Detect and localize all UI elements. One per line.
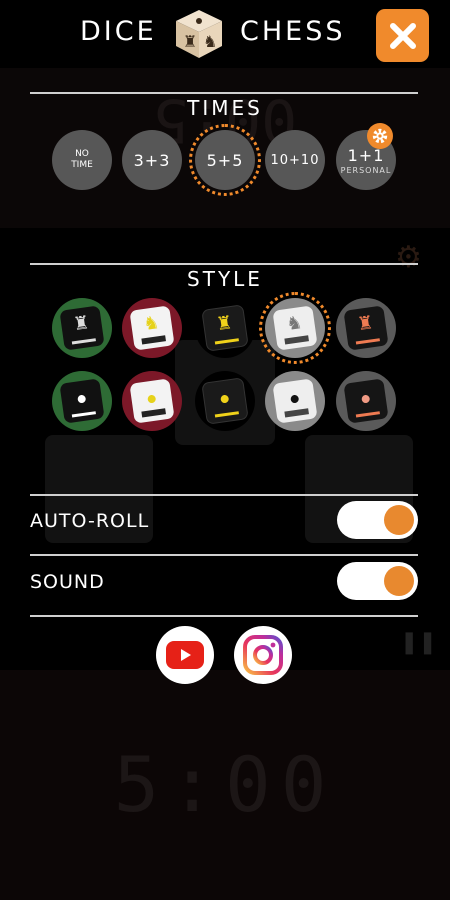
die-icon: ♞ [272, 305, 318, 351]
sound-label: SOUND [30, 571, 105, 593]
time-option-label: TIME [71, 160, 93, 170]
svg-text:♜: ♜ [183, 32, 197, 51]
time-option-3-3[interactable]: 3+3 [122, 130, 182, 190]
title-chess: CHESS [240, 16, 346, 47]
die-icon [129, 378, 175, 424]
style-option-black-dot[interactable] [195, 371, 255, 431]
time-option-no-time[interactable]: NO TIME [52, 130, 112, 190]
time-option-sublabel: PERSONAL [340, 165, 392, 175]
style-option-green-dot[interactable] [52, 371, 112, 431]
time-option-label: 5+5 [206, 150, 244, 170]
background-player-timer: 5:00 [113, 740, 337, 829]
youtube-icon [166, 641, 204, 669]
divider-bottom [30, 615, 418, 617]
style-option-black-piece[interactable]: ♜ [195, 298, 255, 358]
toggle-knob [384, 505, 414, 535]
divider-top [30, 92, 418, 94]
die-icon [272, 378, 318, 424]
instagram-button[interactable] [234, 626, 292, 684]
time-option-10-10[interactable]: 10+10 [265, 130, 325, 190]
svg-text:♞: ♞ [203, 32, 217, 51]
style-option-dark-piece[interactable]: ♜ [336, 298, 396, 358]
style-option-red-piece[interactable]: ♞ [122, 298, 182, 358]
style-option-dark-dot[interactable] [336, 371, 396, 431]
die-icon: ♜ [59, 305, 105, 351]
die-icon [201, 377, 249, 425]
personal-settings-button[interactable] [367, 123, 393, 149]
sound-toggle[interactable] [337, 562, 418, 600]
die-icon: ♜ [201, 304, 249, 352]
background-pause-icon: ❚❚ [400, 630, 437, 655]
auto-roll-label: AUTO-ROLL [30, 510, 150, 532]
dice-logo-icon: ♜ ♞ [176, 10, 222, 58]
auto-roll-toggle[interactable] [337, 501, 418, 539]
gear-icon [372, 128, 388, 144]
divider-auto-roll [30, 494, 418, 496]
times-title: TIMES [187, 96, 263, 120]
close-button[interactable] [376, 9, 429, 62]
die-icon: ♞ [129, 305, 175, 351]
time-option-label: NO [75, 149, 89, 159]
die-icon: ♜ [343, 305, 389, 351]
time-option-label: 10+10 [270, 152, 320, 168]
close-icon [389, 22, 416, 49]
header: DICE ♜ ♞ CHESS [0, 0, 450, 68]
style-option-red-dot[interactable] [122, 371, 182, 431]
title-dice: DICE [80, 16, 157, 47]
style-option-grey-piece[interactable]: ♞ [265, 298, 325, 358]
die-icon [59, 378, 105, 424]
instagram-icon [243, 635, 283, 675]
divider-style [30, 263, 418, 265]
toggle-knob [384, 566, 414, 596]
die-icon [343, 378, 389, 424]
youtube-button[interactable] [156, 626, 214, 684]
time-option-label: 3+3 [133, 150, 171, 170]
style-option-green-piece[interactable]: ♜ [52, 298, 112, 358]
style-title: STYLE [187, 267, 263, 291]
time-option-5-5[interactable]: 5+5 [195, 130, 255, 190]
divider-sound [30, 554, 418, 556]
style-option-grey-dot[interactable] [265, 371, 325, 431]
